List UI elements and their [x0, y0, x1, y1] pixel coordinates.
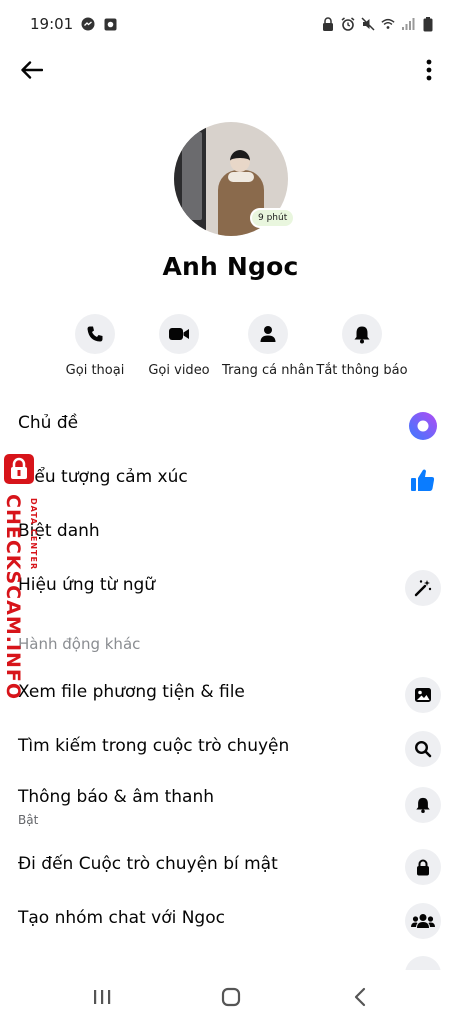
- alarm-icon: [341, 17, 355, 31]
- notifications-sounds-row[interactable]: Thông báo & âm thanh Bật: [0, 781, 461, 831]
- mute-notifications-label: Tắt thông báo: [316, 363, 408, 378]
- word-effects-row[interactable]: Hiệu ứng từ ngữ: [0, 563, 461, 613]
- home-button[interactable]: [216, 984, 246, 1010]
- status-time: 19:01: [30, 15, 74, 33]
- image-icon: [405, 677, 441, 713]
- theme-row[interactable]: Chủ đề: [0, 401, 461, 451]
- theme-label: Chủ đề: [18, 413, 79, 433]
- thumbs-up-icon: [405, 462, 441, 498]
- battery-icon: [421, 16, 435, 31]
- magic-wand-icon: [405, 570, 441, 606]
- search-icon: [405, 731, 441, 767]
- active-time-badge: 9 phút: [250, 208, 296, 228]
- secret-conversation-row[interactable]: Đi đến Cuộc trò chuyện bí mật: [0, 842, 461, 892]
- nicknames-row[interactable]: Biệt danh: [0, 509, 461, 559]
- wifi-icon: [381, 17, 395, 31]
- person-icon: [260, 326, 276, 342]
- video-call-button[interactable]: Gọi video: [129, 314, 229, 378]
- contact-name: Anh Ngoc: [162, 252, 299, 281]
- search-conversation-label: Tìm kiếm trong cuộc trò chuyện: [18, 736, 290, 756]
- chevron-left-icon: [354, 987, 366, 1007]
- emoji-label: Biểu tượng cảm xúc: [18, 467, 188, 487]
- app-notification-icon: [103, 17, 117, 31]
- partial-row[interactable]: [0, 950, 461, 970]
- watermark-lock-icon: [4, 454, 34, 484]
- profile-button[interactable]: Trang cá nhân: [218, 314, 318, 378]
- secret-conversation-label: Đi đến Cuộc trò chuyện bí mật: [18, 854, 278, 874]
- home-icon: [221, 987, 241, 1007]
- phone-icon: [87, 326, 103, 342]
- bell-icon: [354, 326, 370, 343]
- video-call-label: Gọi video: [148, 363, 210, 378]
- partial-row-icon: [405, 956, 441, 970]
- emoji-row[interactable]: Biểu tượng cảm xúc: [0, 455, 461, 505]
- signal-icon: [401, 17, 415, 31]
- notifications-sounds-label: Thông báo & âm thanh: [18, 787, 214, 807]
- mute-notifications-button[interactable]: Tắt thông báo: [312, 314, 412, 378]
- watermark: CHECKSCAM.INFO DATA CENTER: [2, 450, 40, 700]
- watermark-subtext: DATA CENTER: [29, 498, 38, 571]
- view-media-label: Xem file phương tiện & file: [18, 682, 245, 702]
- lock-icon: [405, 849, 441, 885]
- theme-icon: [405, 408, 441, 444]
- top-app-bar: [0, 48, 461, 88]
- back-button[interactable]: [14, 52, 50, 88]
- create-group-label: Tạo nhóm chat với Ngoc: [18, 908, 225, 928]
- lock-status-icon: [321, 17, 335, 31]
- notifications-status: Bật: [18, 813, 39, 827]
- back-arrow-icon: [21, 61, 43, 79]
- recent-apps-icon: [94, 990, 111, 1004]
- recent-apps-button[interactable]: [87, 984, 117, 1010]
- watermark-text: CHECKSCAM.INFO: [2, 494, 24, 701]
- view-media-row[interactable]: Xem file phương tiện & file: [0, 670, 461, 720]
- search-conversation-row[interactable]: Tìm kiếm trong cuộc trò chuyện: [0, 724, 461, 774]
- mute-icon: [361, 17, 375, 31]
- quick-actions: Gọi thoại Gọi video Trang cá nhân Tắt th…: [0, 314, 461, 384]
- more-vertical-icon: [426, 59, 432, 81]
- profile-label: Trang cá nhân: [222, 363, 314, 378]
- bell-icon: [405, 787, 441, 823]
- messenger-notification-icon: [81, 17, 95, 31]
- create-group-row[interactable]: Tạo nhóm chat với Ngoc: [0, 896, 461, 946]
- video-camera-icon: [169, 328, 189, 340]
- more-options-button[interactable]: [419, 52, 439, 88]
- nav-back-button[interactable]: [345, 984, 375, 1010]
- system-navigation-bar: [0, 970, 461, 1024]
- group-icon: [405, 903, 441, 939]
- status-bar: 19:01: [0, 0, 461, 48]
- profile-avatar[interactable]: 9 phút: [174, 122, 296, 236]
